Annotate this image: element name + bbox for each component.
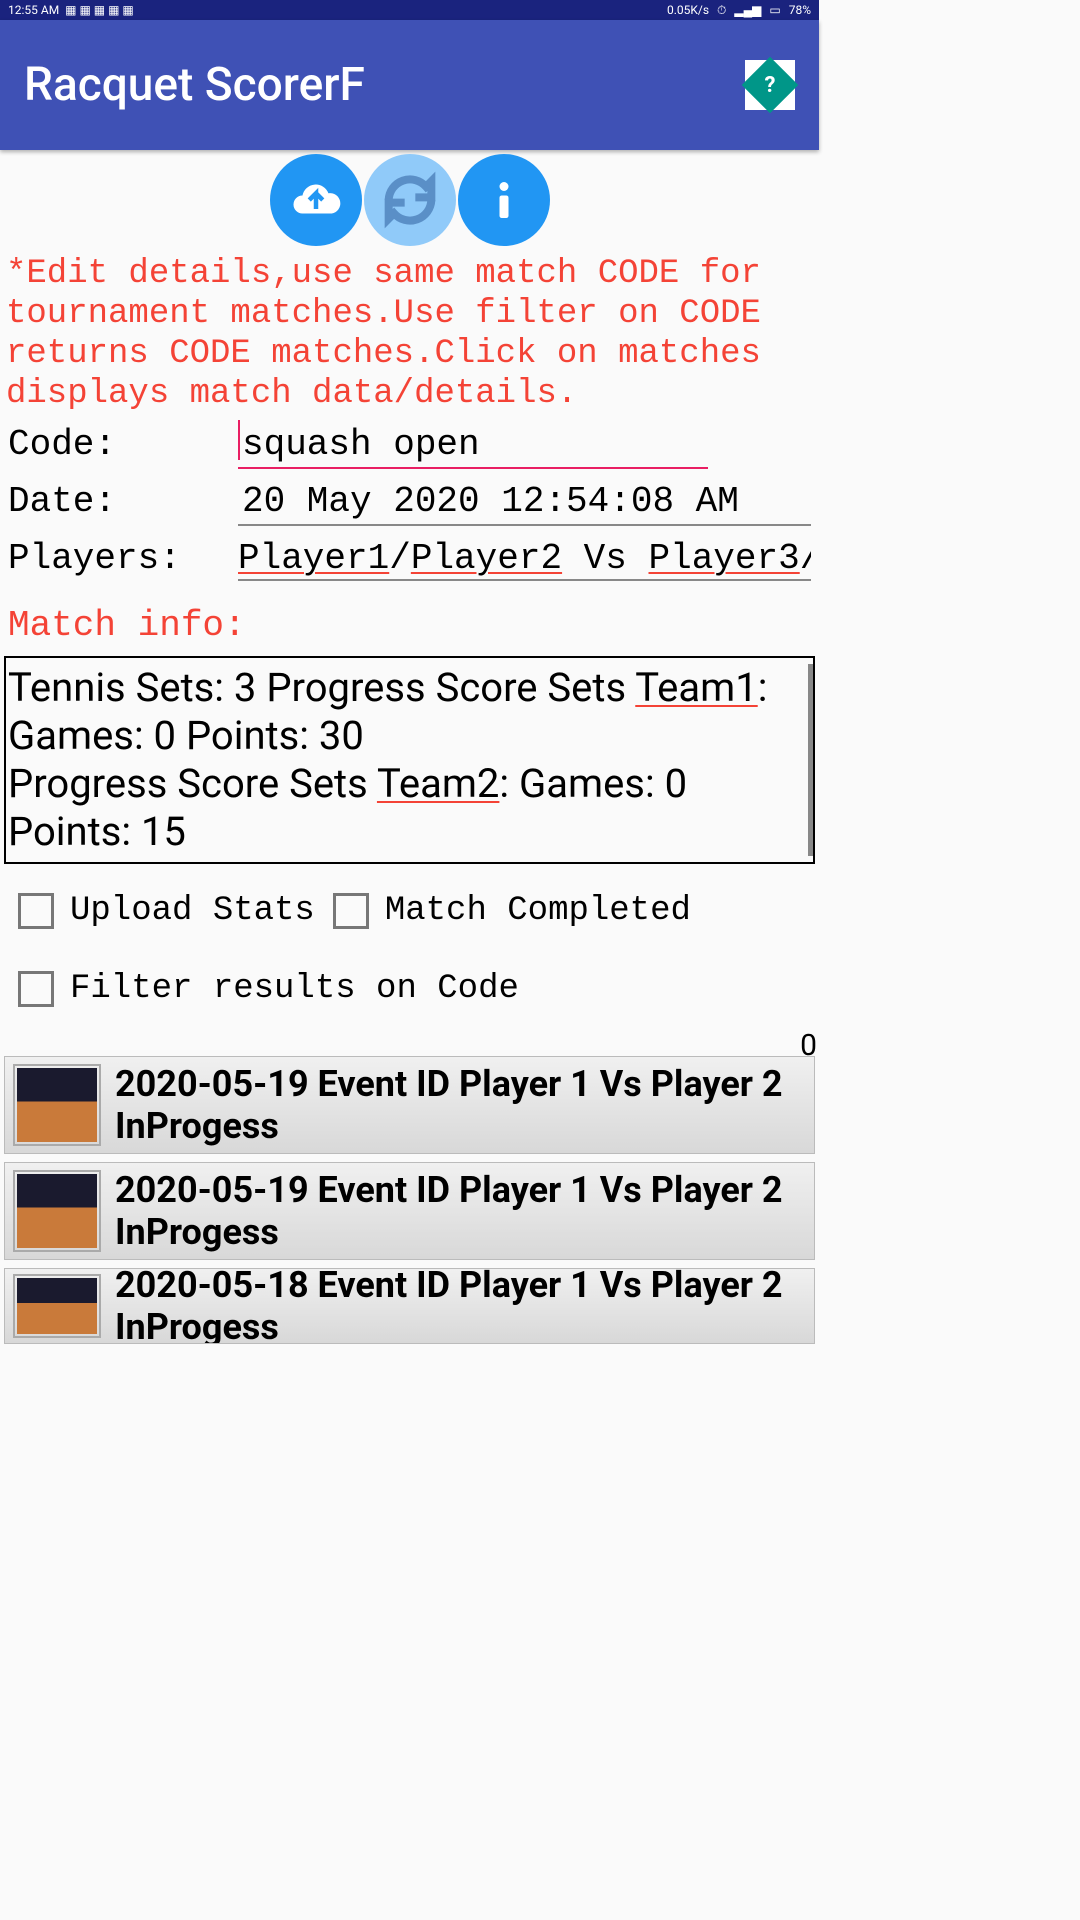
status-time: 12:55 AM	[8, 3, 59, 17]
players-input[interactable]: Player1/Player2 Vs Player3/P	[238, 538, 811, 581]
players-row: Players: Player1/Player2 Vs Player3/P	[0, 532, 819, 587]
upload-stats-label: Upload Stats	[70, 892, 315, 930]
sync-button[interactable]	[364, 154, 456, 246]
list-item[interactable]: 2020-05-19 Event ID Player 1 Vs Player 2…	[4, 1162, 815, 1260]
match-list: 2020-05-19 Event ID Player 1 Vs Player 2…	[0, 1056, 819, 1344]
status-battery: 78%	[789, 3, 811, 17]
match-completed-checkbox[interactable]: Match Completed	[333, 892, 691, 930]
match-info-label: Match info:	[0, 587, 819, 652]
filter-label: Filter results on Code	[70, 970, 519, 1008]
date-input[interactable]	[238, 481, 811, 526]
match-info-box[interactable]: Tennis Sets: 3 Progress Score Sets Team1…	[4, 656, 815, 864]
help-icon: ?	[765, 72, 776, 97]
upload-stats-checkbox[interactable]: Upload Stats	[18, 892, 315, 930]
match-thumbnail	[13, 1274, 101, 1338]
match-item-text: 2020-05-19 Event ID Player 1 Vs Player 2…	[115, 1169, 806, 1253]
checkbox-icon	[333, 893, 369, 929]
filter-checkbox[interactable]: Filter results on Code	[0, 930, 819, 1028]
battery-icon: ▭	[769, 3, 780, 17]
list-item[interactable]: 2020-05-19 Event ID Player 1 Vs Player 2…	[4, 1056, 815, 1154]
match-thumbnail	[13, 1064, 101, 1146]
checkbox-row: Upload Stats Match Completed	[0, 872, 819, 930]
signal-icon: ▂▄▆	[734, 3, 761, 17]
code-row: Code:	[0, 418, 819, 475]
status-net: 0.05K/s	[667, 3, 709, 17]
instructions-text: *Edit details,use same match CODE for to…	[0, 246, 819, 418]
match-item-text: 2020-05-19 Event ID Player 1 Vs Player 2…	[115, 1063, 806, 1147]
date-label: Date:	[8, 481, 238, 522]
code-label: Code:	[8, 424, 238, 465]
match-thumbnail	[13, 1170, 101, 1252]
help-button[interactable]: ?	[745, 60, 795, 110]
list-count: 0	[0, 1028, 819, 1056]
app-bar: Racquet ScorerF ?	[0, 20, 819, 150]
scrollbar[interactable]	[808, 664, 813, 856]
info-button[interactable]	[458, 154, 550, 246]
status-bar: 12:55 AM ▦ ▦ ▦ ▦ ▦ 0.05K/s ⏱ ▂▄▆ ▭ 78%	[0, 0, 819, 20]
clock-icon: ⏱	[717, 3, 726, 18]
toolbar	[0, 150, 819, 246]
list-item[interactable]: 2020-05-18 Event ID Player 1 Vs Player 2…	[4, 1268, 815, 1344]
players-label: Players:	[8, 538, 238, 579]
code-input[interactable]	[238, 424, 708, 469]
date-row: Date:	[0, 475, 819, 532]
checkbox-icon	[18, 893, 54, 929]
upload-cloud-button[interactable]	[270, 154, 362, 246]
match-item-text: 2020-05-18 Event ID Player 1 Vs Player 2…	[115, 1268, 806, 1344]
app-title: Racquet ScorerF	[24, 58, 365, 112]
checkbox-icon	[18, 971, 54, 1007]
match-completed-label: Match Completed	[385, 892, 691, 930]
status-app-icons: ▦ ▦ ▦ ▦ ▦	[65, 3, 134, 17]
